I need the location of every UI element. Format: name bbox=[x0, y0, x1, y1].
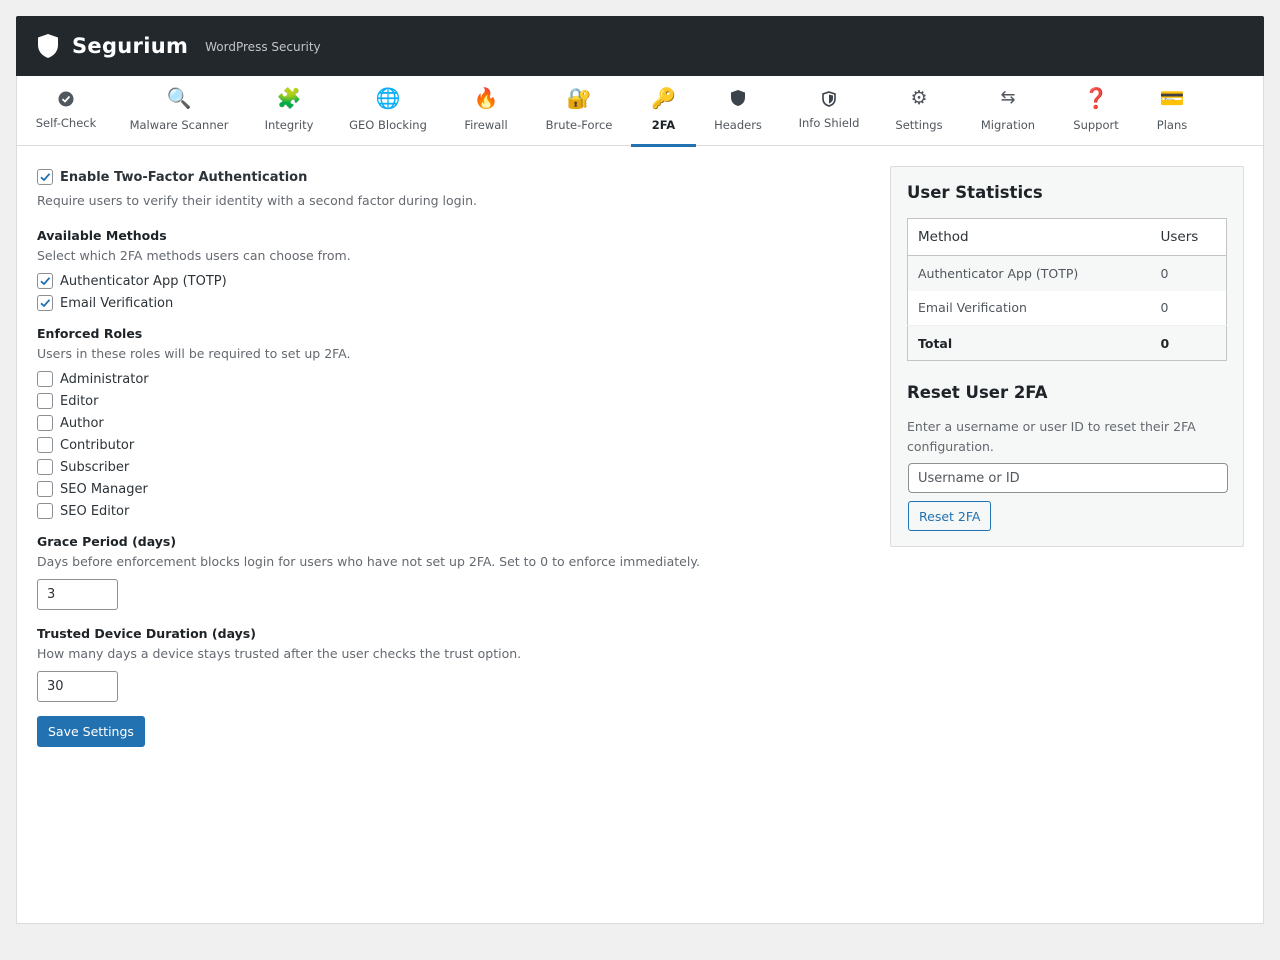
gear-icon: ⚙ bbox=[910, 87, 928, 109]
tab-malware-scanner[interactable]: 🔍 Malware Scanner bbox=[129, 76, 229, 146]
total-label: Total bbox=[907, 325, 1159, 361]
role-option-seo-manager: SEO Manager bbox=[37, 478, 817, 500]
settings-form: Enable Two-Factor Authentication Require… bbox=[37, 166, 817, 747]
method-totp-checkbox[interactable] bbox=[37, 273, 53, 289]
tab-integrity[interactable]: 🧩 Integrity bbox=[260, 76, 318, 146]
method-email-checkbox[interactable] bbox=[37, 295, 53, 311]
roles-title: Enforced Roles bbox=[37, 326, 143, 341]
role-contributor-checkbox[interactable] bbox=[37, 437, 53, 453]
tab-geo-blocking[interactable]: 🌐 GEO Blocking bbox=[349, 76, 427, 146]
row-method: Authenticator App (TOTP) bbox=[907, 255, 1159, 291]
app-name: Segurium bbox=[72, 34, 189, 58]
checkmark-icon bbox=[40, 277, 51, 286]
app-tagline: WordPress Security bbox=[205, 40, 321, 54]
arrows-icon: ⇆ bbox=[1000, 87, 1016, 108]
reset-2fa-title: Reset User 2FA bbox=[907, 383, 1048, 402]
table-header-row: Method Users bbox=[907, 218, 1227, 256]
username-or-id-input[interactable] bbox=[908, 463, 1228, 493]
role-contributor-label: Contributor bbox=[60, 437, 135, 453]
tab-info-shield[interactable]: Info Shield bbox=[793, 76, 865, 146]
column-header-users: Users bbox=[1158, 218, 1227, 256]
tab-plans[interactable]: 💳 Plans bbox=[1153, 76, 1191, 146]
role-option-administrator: Administrator bbox=[37, 368, 817, 390]
methods-title: Available Methods bbox=[37, 228, 167, 243]
checkmark-icon bbox=[40, 173, 51, 182]
enable-2fa-checkbox[interactable] bbox=[37, 169, 53, 185]
role-subscriber-checkbox[interactable] bbox=[37, 459, 53, 475]
column-header-method: Method bbox=[907, 218, 1159, 256]
tab-brute-force[interactable]: 🔐 Brute-Force bbox=[544, 76, 614, 146]
check-circle-icon bbox=[58, 86, 74, 112]
fire-icon: 🔥 bbox=[473, 86, 499, 110]
role-seo-editor-checkbox[interactable] bbox=[37, 503, 53, 519]
role-administrator-label: Administrator bbox=[60, 371, 149, 387]
row-users: 0 bbox=[1160, 300, 1169, 316]
stats-sidebar: User Statistics Method Users Authenticat… bbox=[890, 166, 1244, 547]
trusted-device-input[interactable] bbox=[37, 671, 118, 702]
role-seo-manager-checkbox[interactable] bbox=[37, 481, 53, 497]
tab-firewall[interactable]: 🔥 Firewall bbox=[460, 76, 512, 146]
row-method: Email Verification bbox=[918, 300, 1027, 316]
table-row: Email Verification 0 bbox=[908, 291, 1227, 326]
role-seo-manager-label: SEO Manager bbox=[60, 481, 148, 497]
credit-card-icon: 💳 bbox=[1159, 86, 1185, 110]
methods-description: Select which 2FA methods users can choos… bbox=[37, 248, 351, 263]
role-option-seo-editor: SEO Editor bbox=[37, 500, 817, 522]
grace-period-input[interactable] bbox=[37, 579, 118, 610]
table-total-row: Total 0 bbox=[907, 325, 1227, 361]
reset-2fa-description: Enter a username or user ID to reset the… bbox=[907, 419, 1196, 454]
tab-bar: Self-Check 🔍 Malware Scanner 🧩 Integrity… bbox=[17, 76, 1263, 147]
puzzle-icon: 🧩 bbox=[276, 86, 302, 110]
grace-period-title: Grace Period (days) bbox=[37, 534, 177, 549]
shield-logo-icon bbox=[36, 33, 60, 59]
user-statistics-title: User Statistics bbox=[907, 183, 1043, 202]
row-users: 0 bbox=[1158, 255, 1227, 291]
roles-description: Users in these roles will be required to… bbox=[37, 346, 351, 361]
user-statistics-table: Method Users Authenticator App (TOTP) 0 … bbox=[907, 218, 1227, 361]
table-row: Authenticator App (TOTP) 0 bbox=[907, 255, 1227, 291]
tab-settings[interactable]: ⚙ Settings bbox=[894, 76, 944, 146]
method-email-label: Email Verification bbox=[60, 295, 174, 311]
role-seo-editor-label: SEO Editor bbox=[60, 503, 130, 519]
role-option-editor: Editor bbox=[37, 390, 817, 412]
trusted-device-description: How many days a device stays trusted aft… bbox=[37, 646, 522, 661]
question-icon: ❓ bbox=[1083, 86, 1109, 110]
role-author-checkbox[interactable] bbox=[37, 415, 53, 431]
method-totp-label: Authenticator App (TOTP) bbox=[60, 273, 227, 289]
role-author-label: Author bbox=[60, 415, 104, 431]
role-subscriber-label: Subscriber bbox=[60, 459, 130, 475]
magnifier-icon: 🔍 bbox=[166, 86, 192, 110]
tab-headers[interactable]: Headers bbox=[711, 76, 765, 146]
role-option-subscriber: Subscriber bbox=[37, 456, 817, 478]
shield-info-icon bbox=[822, 86, 836, 112]
total-value: 0 bbox=[1158, 325, 1227, 361]
role-option-author: Author bbox=[37, 412, 817, 434]
enable-2fa-label: Enable Two-Factor Authentication bbox=[60, 169, 308, 185]
method-option-email: Email Verification bbox=[37, 292, 817, 314]
grace-period-description: Days before enforcement blocks login for… bbox=[37, 554, 700, 569]
trusted-device-title: Trusted Device Duration (days) bbox=[37, 626, 256, 641]
method-option-totp: Authenticator App (TOTP) bbox=[37, 270, 817, 292]
save-settings-button[interactable]: Save Settings bbox=[37, 716, 145, 747]
tab-migration[interactable]: ⇆ Migration bbox=[976, 76, 1040, 146]
enable-2fa-description: Require users to verify their identity w… bbox=[37, 193, 477, 208]
globe-icon: 🌐 bbox=[375, 86, 401, 110]
checkmark-icon bbox=[40, 299, 51, 308]
app-header: Segurium WordPress Security bbox=[16, 16, 1264, 76]
reset-2fa-button[interactable]: Reset 2FA bbox=[908, 501, 992, 531]
tab-2fa[interactable]: 🔑 2FA bbox=[631, 76, 696, 147]
main-panel: Self-Check 🔍 Malware Scanner 🧩 Integrity… bbox=[16, 76, 1264, 924]
tab-support[interactable]: ❓ Support bbox=[1071, 76, 1121, 146]
role-administrator-checkbox[interactable] bbox=[37, 371, 53, 387]
lock-key-icon: 🔐 bbox=[566, 86, 592, 110]
role-option-contributor: Contributor bbox=[37, 434, 817, 456]
shield-icon bbox=[730, 86, 746, 112]
tab-self-check[interactable]: Self-Check bbox=[29, 76, 103, 146]
role-editor-label: Editor bbox=[60, 393, 99, 409]
key-icon: 🔑 bbox=[651, 86, 676, 110]
enable-2fa-option: Enable Two-Factor Authentication bbox=[37, 166, 817, 188]
role-editor-checkbox[interactable] bbox=[37, 393, 53, 409]
